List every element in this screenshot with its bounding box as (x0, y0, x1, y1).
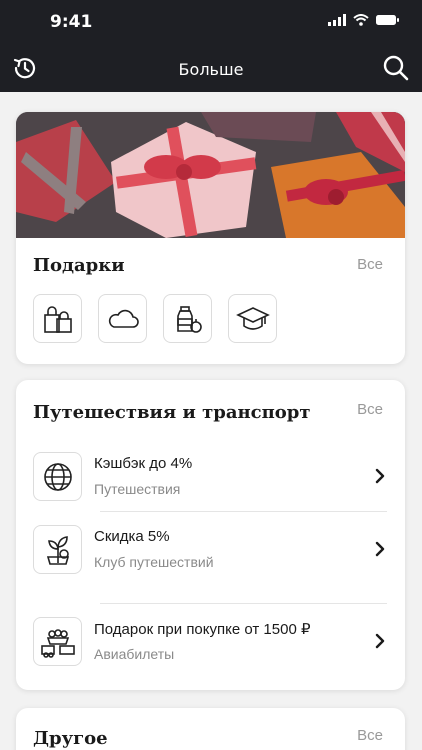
cloud-icon[interactable] (98, 294, 147, 343)
divider (100, 603, 387, 604)
gift-categories (33, 294, 277, 343)
travel-all-link[interactable]: Все (357, 401, 383, 418)
list-item-subtitle: Клуб путешествий (94, 554, 214, 570)
list-item-subtitle: Авиабилеты (94, 646, 175, 662)
chevron-right-icon (375, 541, 385, 557)
gifts-banner-image (16, 112, 405, 238)
wifi-icon (353, 14, 369, 26)
top-bar: 9:41 Больше (0, 0, 422, 92)
other-title: Другое (33, 728, 108, 749)
shopping-bags-icon[interactable] (33, 294, 82, 343)
divider (100, 511, 387, 512)
gifts-card[interactable]: Подарки Все (16, 112, 405, 364)
gift-basket-icon (33, 617, 82, 666)
chevron-right-icon (375, 633, 385, 649)
groceries-icon[interactable] (163, 294, 212, 343)
status-icons (328, 14, 400, 26)
signal-icon (328, 14, 346, 26)
list-item-discount[interactable]: Скидка 5% Клуб путешествий (16, 525, 405, 597)
list-item-title: Скидка 5% (94, 528, 170, 545)
page-title: Больше (178, 60, 244, 79)
gifts-title: Подарки (33, 255, 125, 276)
other-card: Другое Все (16, 708, 405, 750)
list-item-title: Кэшбэк до 4% (94, 455, 193, 472)
search-icon[interactable] (382, 54, 410, 82)
travel-card: Путешествия и транспорт Все Кэшбэк до 4%… (16, 380, 405, 690)
chevron-right-icon (375, 468, 385, 484)
status-time: 9:41 (50, 12, 93, 32)
other-all-link[interactable]: Все (357, 727, 383, 744)
list-item-gift-purchase[interactable]: Подарок при покупке от 1500 ₽ Авиабилеты (16, 617, 405, 689)
travel-title: Путешествия и транспорт (33, 402, 311, 423)
gifts-all-link[interactable]: Все (357, 256, 383, 273)
list-item-subtitle: Путешествия (94, 481, 181, 497)
battery-icon (376, 15, 399, 25)
plant-icon (33, 525, 82, 574)
list-item-cashback[interactable]: Кэшбэк до 4% Путешествия (16, 452, 405, 524)
graduation-cap-icon[interactable] (228, 294, 277, 343)
list-item-title: Подарок при покупке от 1500 ₽ (94, 621, 311, 638)
globe-icon (33, 452, 82, 501)
